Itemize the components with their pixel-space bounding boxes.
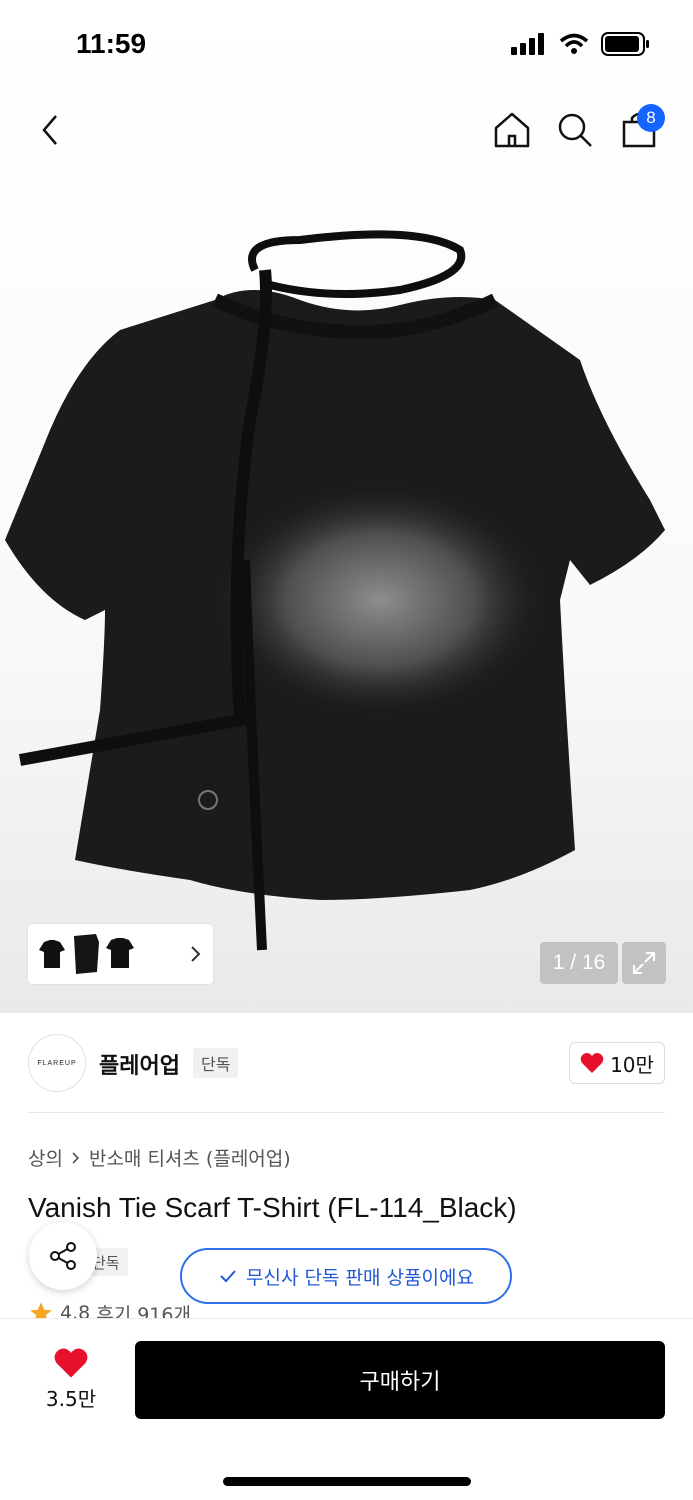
brand-like-button[interactable]: 10만 xyxy=(569,1042,665,1084)
product-like-button[interactable]: 3.5만 xyxy=(36,1347,106,1412)
thumbnail-1[interactable] xyxy=(36,930,68,978)
brand-logo[interactable]: FLAREUP xyxy=(28,1034,86,1092)
home-icon[interactable] xyxy=(490,108,534,152)
chevron-right-icon[interactable] xyxy=(189,942,203,966)
heart-icon xyxy=(54,1348,88,1378)
product-photo xyxy=(5,230,665,951)
bottom-bar: 3.5만 구매하기 xyxy=(0,1318,693,1500)
image-counter: 1 / 16 xyxy=(540,942,618,984)
brand-like-count: 10만 xyxy=(610,1052,654,1077)
exclusive-toast: 무신사 단독 판매 상품이에요 xyxy=(180,1248,512,1304)
battery-icon xyxy=(601,32,649,56)
search-icon[interactable] xyxy=(553,108,597,152)
breadcrumb-category[interactable]: 상의 xyxy=(28,1144,63,1171)
back-icon[interactable] xyxy=(30,108,74,152)
heart-icon xyxy=(580,1053,604,1073)
status-time: 11:59 xyxy=(76,28,147,59)
thumbnail-strip[interactable] xyxy=(28,924,213,984)
share-button[interactable] xyxy=(29,1222,97,1290)
cart-count-badge: 8 xyxy=(637,104,665,132)
expand-button[interactable] xyxy=(622,942,666,984)
product-like-count: 3.5만 xyxy=(45,1387,97,1411)
home-indicator xyxy=(223,1477,471,1486)
brand-name[interactable]: 플레어업 xyxy=(99,1048,180,1080)
breadcrumb-subcategory[interactable]: 반소매 티셔츠 (플레어업) xyxy=(89,1144,291,1171)
nav-bar xyxy=(0,96,693,166)
buy-button[interactable]: 구매하기 xyxy=(135,1341,665,1419)
brand-row: FLAREUP 플레어업 단독 10만 xyxy=(28,1034,665,1094)
share-icon xyxy=(50,1242,76,1270)
divider xyxy=(28,1112,665,1113)
breadcrumb: 상의 반소매 티셔츠 (플레어업) xyxy=(28,1144,291,1171)
check-icon xyxy=(220,1270,236,1283)
thumbnail-2[interactable] xyxy=(70,930,102,978)
exclusive-badge: 단독 xyxy=(193,1048,239,1078)
thumbnail-3[interactable] xyxy=(104,930,136,978)
wifi-icon xyxy=(559,33,589,54)
status-icons xyxy=(511,32,649,56)
chevron-right-icon xyxy=(72,1151,80,1164)
product-title: Vanish Tie Scarf T-Shirt (FL-114_Black) xyxy=(28,1192,517,1223)
expand-icon xyxy=(633,952,655,974)
signal-icon xyxy=(511,33,544,55)
status-bar: 11:59 xyxy=(0,0,693,90)
exclusive-toast-text: 무신사 단독 판매 상품이에요 xyxy=(246,1266,474,1289)
